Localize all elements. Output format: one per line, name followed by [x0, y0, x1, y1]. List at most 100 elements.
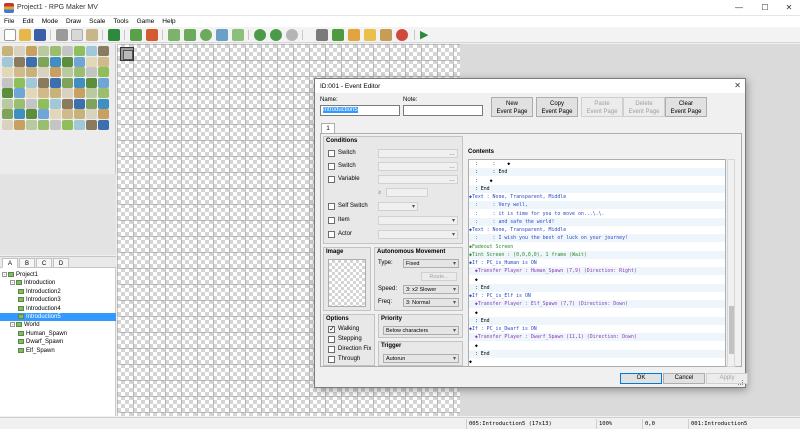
map-tree-item[interactable]: Human_Spawn: [0, 330, 116, 338]
tileset-tile[interactable]: [38, 98, 49, 109]
tileset-tile[interactable]: [14, 46, 25, 56]
tileset-tile[interactable]: [14, 77, 25, 88]
tileset-tile[interactable]: [74, 88, 85, 98]
contents-line[interactable]: : End: [469, 316, 725, 325]
switch1-checkbox[interactable]: [328, 150, 335, 157]
tileset-tile[interactable]: [98, 119, 109, 130]
tileset-tile[interactable]: [50, 98, 61, 109]
ellipse-icon[interactable]: [200, 29, 212, 41]
tileset-tile[interactable]: [2, 77, 13, 88]
copy-event-page-button[interactable]: Copy Event Page: [536, 97, 578, 117]
contents-line[interactable]: ◆Text : None, Transparent, Middle: [469, 226, 725, 234]
map-tree-item[interactable]: Introduction4: [0, 305, 116, 313]
tileset-tile[interactable]: [86, 109, 97, 119]
contents-line[interactable]: ◆: [469, 309, 725, 317]
tileset-tile[interactable]: [98, 46, 109, 56]
tileset-tile[interactable]: [86, 56, 97, 67]
shadow-pen-icon[interactable]: [232, 29, 244, 41]
tileset-tile[interactable]: [2, 98, 13, 109]
tileset-tile[interactable]: [14, 109, 25, 119]
tileset-tile[interactable]: [50, 119, 61, 130]
tileset-tile[interactable]: [2, 46, 13, 56]
tileset-tile[interactable]: [14, 119, 25, 130]
tileset-tile[interactable]: [50, 109, 61, 119]
tileset-tile[interactable]: [26, 109, 37, 119]
tileset-tile[interactable]: [86, 77, 97, 88]
tab-c[interactable]: C: [36, 258, 52, 268]
contents-line[interactable]: : End: [469, 184, 725, 193]
new-event-page-button[interactable]: New Event Page: [491, 97, 533, 117]
playtest-icon[interactable]: ▶: [420, 29, 432, 41]
tileset-tile[interactable]: [50, 56, 61, 67]
tileset-tile[interactable]: [14, 67, 25, 77]
contents-list[interactable]: : : ◆ : : End : ◆ : End ◆Text : None, Tra…: [468, 159, 726, 367]
copy-icon[interactable]: [71, 29, 83, 41]
tileset-tile[interactable]: [38, 77, 49, 88]
tileset-tiles[interactable]: [2, 46, 109, 130]
map-tree-item[interactable]: Elf_Spawn: [0, 347, 116, 355]
zoom-out-icon[interactable]: [270, 29, 282, 41]
tileset-tile[interactable]: [98, 77, 109, 88]
tileset-tile[interactable]: [2, 67, 13, 77]
event-image-preview[interactable]: [328, 259, 366, 307]
tileset-palette[interactable]: [0, 44, 116, 255]
tileset-tile[interactable]: [62, 77, 73, 88]
menu-help[interactable]: Help: [158, 16, 179, 25]
contents-scrollbar[interactable]: [727, 159, 735, 367]
tileset-tile[interactable]: [62, 98, 73, 109]
map-event-marker[interactable]: [120, 47, 134, 61]
resize-grip[interactable]: [738, 380, 743, 385]
tileset-tile[interactable]: [74, 109, 85, 119]
tileset-tile[interactable]: [98, 88, 109, 98]
tileset-tile[interactable]: [50, 88, 61, 98]
tileset-tile[interactable]: [86, 119, 97, 130]
paste-icon[interactable]: [86, 29, 98, 41]
tileset-tile[interactable]: [2, 88, 13, 98]
contents-line[interactable]: ◆: [469, 276, 725, 284]
map-tree-item[interactable]: Dwarf_Spawn: [0, 338, 116, 346]
open-project-icon[interactable]: [19, 29, 31, 41]
save-project-icon[interactable]: [34, 29, 46, 41]
contents-line[interactable]: : ◆: [469, 177, 725, 185]
contents-line[interactable]: ◆Fadeout Screen: [469, 243, 725, 251]
menu-tools[interactable]: Tools: [109, 16, 132, 25]
tileset-tile[interactable]: [62, 119, 73, 130]
map-tree-item[interactable]: - Project1: [0, 271, 116, 279]
contents-line[interactable]: ◆Transfer Player : Human_Spawn (7,9) (Di…: [469, 267, 725, 276]
map-tree-item[interactable]: Introduction2: [0, 288, 116, 296]
walking-checkbox[interactable]: [328, 325, 335, 333]
contents-line[interactable]: ◆: [469, 358, 725, 366]
contents-line[interactable]: ◆: [469, 342, 725, 350]
tab-b[interactable]: B: [19, 258, 35, 268]
map-mode-icon[interactable]: [130, 29, 142, 41]
fill-icon[interactable]: [216, 29, 228, 41]
switch1-select[interactable]: [378, 149, 458, 158]
tileset-tile[interactable]: [38, 109, 49, 119]
contents-line[interactable]: : : End: [469, 168, 725, 177]
tileset-tile[interactable]: [38, 88, 49, 98]
tileset-tile[interactable]: [26, 98, 37, 109]
self-switch-checkbox[interactable]: [328, 203, 335, 210]
name-input[interactable]: Introduction5: [320, 105, 400, 116]
contents-line[interactable]: : End: [469, 349, 725, 358]
tileset-tile[interactable]: [26, 67, 37, 77]
tileset-tile[interactable]: [2, 56, 13, 67]
cut-icon[interactable]: [56, 29, 68, 41]
tileset-tile[interactable]: [38, 119, 49, 130]
tree-expander-icon[interactable]: -: [10, 280, 15, 286]
event-mode-icon[interactable]: [146, 29, 158, 41]
ok-button[interactable]: OK: [620, 373, 662, 384]
tileset-tile[interactable]: [14, 56, 25, 67]
through-checkbox[interactable]: [328, 356, 335, 363]
tileset-tile[interactable]: [98, 109, 109, 119]
menu-game[interactable]: Game: [133, 16, 159, 25]
contents-line[interactable]: : : and safe the world!: [469, 217, 725, 226]
speed-select[interactable]: 3: x2 Slower: [403, 285, 459, 294]
tileset-tile[interactable]: [74, 98, 85, 109]
menu-mode[interactable]: Mode: [38, 16, 62, 25]
tileset-tile[interactable]: [74, 67, 85, 77]
contents-line[interactable]: ◆Tint Screen : (0,0,0,0), 1 frame (Wait): [469, 250, 725, 259]
tileset-tile[interactable]: [50, 67, 61, 77]
tileset-tile[interactable]: [26, 119, 37, 130]
switch2-checkbox[interactable]: [328, 163, 335, 170]
